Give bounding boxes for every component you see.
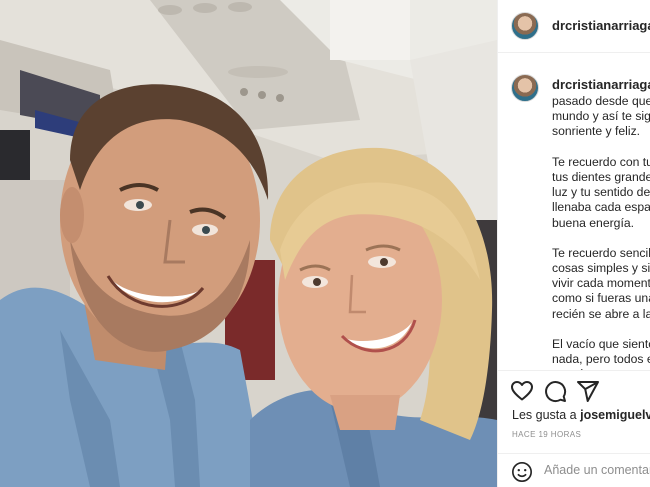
comment-input[interactable] bbox=[544, 463, 650, 477]
caption-avatar[interactable] bbox=[511, 74, 539, 102]
caption-line: mundo y así te sigo bbox=[552, 109, 650, 124]
caption-line bbox=[552, 140, 650, 155]
likes-prefix: Les gusta a bbox=[512, 408, 577, 422]
post-timestamp[interactable]: HACE 19 HORAS bbox=[512, 430, 581, 439]
caption-line: como si fueras una bbox=[552, 291, 650, 306]
caption-line: cosas simples y sier bbox=[552, 261, 650, 276]
caption-line: sonriente y feliz. bbox=[552, 124, 641, 139]
caption-text: pasado desde que mundo y así te sigo sonri… bbox=[552, 94, 650, 370]
heart-icon[interactable] bbox=[510, 379, 534, 403]
caption-line: El vacío que siento bbox=[552, 337, 650, 351]
likes-line: Les gusta a josemiguelvinu bbox=[512, 408, 650, 422]
caption-line: recién se abre a la v bbox=[552, 306, 650, 321]
caption-line: vivir cada momento bbox=[552, 276, 650, 291]
post-actions: Les gusta a josemiguelvinu HACE 19 HORAS bbox=[498, 370, 650, 487]
post-caption: drcristianarriagada pasado desde quemund… bbox=[498, 54, 650, 370]
post-photo-illustration bbox=[0, 0, 497, 487]
caption-line: pasado desde que bbox=[552, 94, 650, 108]
comment-row bbox=[498, 453, 650, 487]
caption-line: Te recuerdo sencilla bbox=[552, 245, 650, 260]
header-username[interactable]: drcristianarriagada bbox=[552, 18, 650, 33]
caption-line: llenaba cada espaci bbox=[552, 200, 650, 215]
caption-line: nada, pero todos es bbox=[552, 352, 650, 367]
post-header: drcristianarriagada bbox=[498, 0, 650, 53]
comment-icon[interactable] bbox=[543, 379, 567, 403]
caption-line: Te recuerdo con tu bbox=[552, 154, 650, 169]
caption-line bbox=[552, 231, 650, 246]
caption-username[interactable]: drcristianarriagada bbox=[552, 77, 650, 92]
caption-line bbox=[552, 322, 650, 337]
post-side-panel: drcristianarriagada drcristianarriagada … bbox=[497, 0, 650, 487]
emoji-icon[interactable] bbox=[511, 461, 533, 483]
post-photo[interactable] bbox=[0, 0, 497, 487]
avatar[interactable] bbox=[511, 12, 539, 40]
caption-line: tus dientes grandes bbox=[552, 169, 650, 184]
caption-line: luz y tu sentido del bbox=[552, 185, 650, 200]
likes-user-link[interactable]: josemiguelvinu bbox=[580, 408, 650, 422]
caption-line: buena energía. bbox=[552, 215, 634, 230]
share-icon[interactable] bbox=[576, 379, 600, 403]
